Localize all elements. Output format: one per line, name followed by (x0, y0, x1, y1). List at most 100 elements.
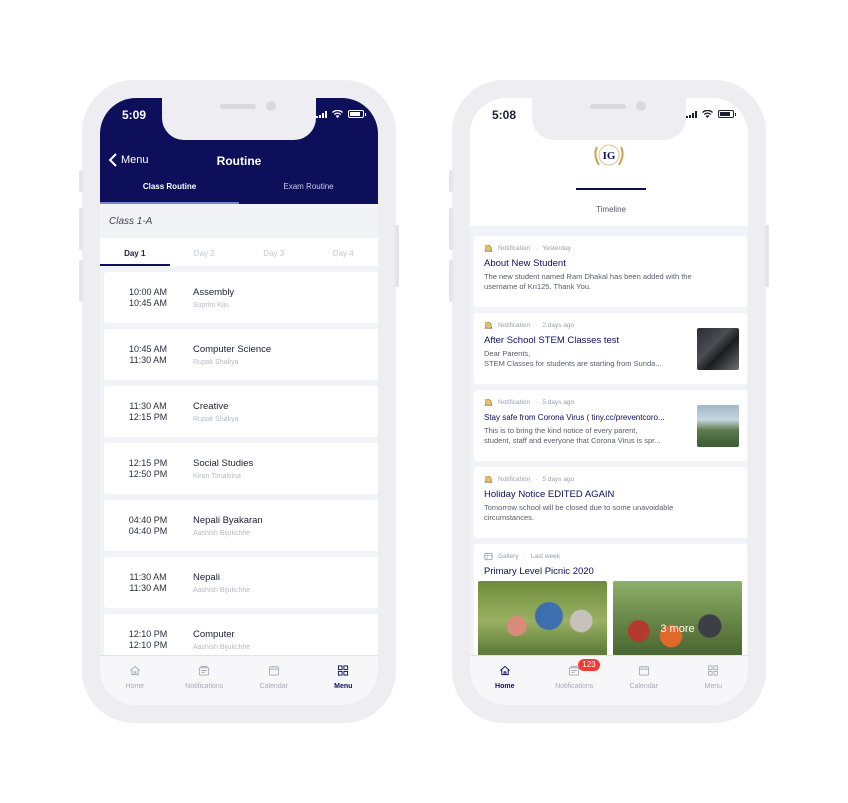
volume-up-button (449, 208, 453, 250)
tab-home[interactable]: Home (100, 656, 170, 705)
teacher-name: Kiran Timalsina (193, 473, 241, 480)
class-label: Class 1-A (109, 216, 153, 227)
routine-item[interactable]: 12:15 PM 12:50 PM Social Studies Kiran Ti… (104, 443, 378, 494)
timeline-screen: 5:08 IG Timeline Notification · Yesterda… (470, 98, 748, 705)
routine-item[interactable]: 10:45 AM 11:30 AM Computer Science Rupak … (104, 329, 378, 380)
tab-menu[interactable]: Menu (679, 656, 749, 705)
routine-list: 10:00 AM 10:45 AM Assembly Suprim Kiju 10… (104, 272, 378, 671)
phone-timeline: 5:08 IG Timeline Notification · Yesterda… (449, 80, 769, 723)
notification-title: About New Student (484, 258, 566, 269)
tab-day-1[interactable]: Day 1 (100, 238, 170, 266)
card-meta: Notification · 5 days ago (484, 398, 574, 407)
card-meta: Gallery · Last week (484, 552, 560, 561)
signal-icon (686, 110, 697, 118)
signal-icon (316, 110, 327, 118)
subject-name: Computer (193, 629, 235, 640)
notification-card[interactable]: Notification · Yesterday About New Student… (474, 236, 747, 307)
subject-name: Creative (193, 401, 229, 412)
battery-icon (348, 110, 366, 118)
notification-bell-icon (484, 475, 493, 483)
tab-calendar[interactable]: Calendar (609, 656, 679, 705)
subject-name: Nepali (193, 572, 220, 583)
routine-item[interactable]: 04:40 PM 04:40 PM Nepali Byakaran Aashish… (104, 500, 378, 551)
period-time: 10:00 AM 10:45 AM (128, 287, 168, 308)
bottom-tab-bar: Home Notifications Calendar Menu (100, 655, 378, 705)
notification-body: This is to bring the kind notice of ever… (484, 426, 661, 445)
routine-item[interactable]: 11:30 AM 11:30 AM Nepali Aashish Bijukchh… (104, 557, 378, 608)
subject-name: Computer Science (193, 344, 272, 355)
tab-day-3[interactable]: Day 3 (239, 238, 309, 266)
battery-icon (718, 110, 736, 118)
tab-exam-routine[interactable]: Exam Routine (239, 182, 378, 204)
volume-down-button (449, 260, 453, 302)
card-meta: Notification · Yesterday (484, 244, 571, 253)
notification-title: Stay safe from Corona Virus ( tiny.cc/pr… (484, 413, 665, 422)
more-photos-label: 3 more (660, 623, 695, 635)
mute-switch (79, 170, 83, 192)
tab-calendar[interactable]: Calendar (239, 656, 309, 705)
period-time: 04:40 PM 04:40 PM (128, 515, 168, 536)
notch (532, 98, 686, 140)
bottom-tab-bar: Home 123 Notifications Calendar Menu (470, 655, 748, 705)
period-time: 10:45 AM 11:30 AM (128, 344, 168, 365)
tab-notifications[interactable]: Notifications (170, 656, 240, 705)
teacher-name: Aashish Bijukchhe (193, 587, 251, 594)
subject-name: Assembly (193, 287, 235, 298)
tab-day-2[interactable]: Day 2 (170, 238, 240, 266)
calendar-icon (638, 665, 649, 676)
routine-screen: 5:09 Menu Routine Class Routine Exam Rou… (100, 98, 378, 705)
notification-body: The new student named Ram Dhakal has bee… (484, 272, 692, 291)
phone-routine: 5:09 Menu Routine Class Routine Exam Rou… (79, 80, 399, 723)
notification-bell-icon (484, 321, 493, 329)
teacher-name: Rupak Shakya (193, 359, 239, 366)
logo-text: IG (603, 150, 616, 162)
tab-menu[interactable]: Menu (309, 656, 379, 705)
day-tabs: Day 1 Day 2 Day 3 Day 4 (100, 238, 378, 266)
volume-up-button (79, 208, 83, 250)
home-icon (129, 665, 140, 676)
notification-title: After School STEM Classes test (484, 335, 620, 346)
timeline-feed: Notification · Yesterday About New Student… (474, 236, 747, 690)
period-time: 12:15 PM 12:50 PM (128, 458, 168, 479)
notification-card[interactable]: Notification · 2 days ago After School STE… (474, 313, 747, 384)
subject-name: Nepali Byakaran (193, 515, 263, 526)
notification-card[interactable]: Notification · 5 days ago Holiday Notice E… (474, 467, 747, 538)
tab-notifications[interactable]: 123 Notifications (540, 656, 610, 705)
teacher-name: Aashish Bijukchhe (193, 644, 251, 651)
page-title: Routine (216, 154, 262, 168)
menu-grid-icon (708, 665, 719, 676)
subject-name: Social Studies (193, 458, 254, 469)
wifi-icon (332, 110, 343, 118)
teacher-name: Rupak Shakya (193, 416, 239, 423)
status-time: 5:08 (492, 108, 517, 122)
tab-day-4[interactable]: Day 4 (309, 238, 379, 266)
notifications-icon (199, 665, 210, 676)
menu-grid-icon (338, 665, 349, 676)
period-time: 11:30 AM 11:30 AM (129, 572, 167, 593)
status-time: 5:09 (122, 108, 147, 122)
routine-item[interactable]: 10:00 AM 10:45 AM Assembly Suprim Kiju (104, 272, 378, 323)
period-time: 12:10 PM 12:10 PM (128, 629, 168, 650)
notification-body: Tomorrow school will be closed due to so… (484, 503, 674, 522)
notification-bell-icon (484, 398, 493, 406)
tab-class-routine[interactable]: Class Routine (100, 182, 239, 204)
notification-body: Dear Parents, STEM Classes for students … (484, 349, 662, 368)
notch (162, 98, 316, 140)
power-button (395, 225, 399, 287)
home-icon (499, 665, 510, 676)
card-meta: Notification · 5 days ago (484, 475, 574, 484)
teacher-name: Suprim Kiju (193, 302, 229, 309)
notification-card[interactable]: Notification · 5 days ago Stay safe from C… (474, 390, 747, 461)
mute-switch (449, 170, 453, 192)
gallery-icon (484, 552, 493, 561)
period-time: 11:30 AM 12:15 PM (128, 401, 168, 422)
notification-title: Holiday Notice EDITED AGAIN (484, 489, 615, 500)
notification-thumbnail (697, 405, 739, 447)
tab-home[interactable]: Home (470, 656, 540, 705)
routine-item[interactable]: 11:30 AM 12:15 PM Creative Rupak Shakya (104, 386, 378, 437)
notification-count-badge: 123 (578, 659, 600, 671)
tab-timeline[interactable]: Timeline (576, 188, 646, 228)
school-logo: IG (591, 139, 627, 171)
gallery-title: Primary Level Picnic 2020 (484, 566, 594, 577)
notification-bell-icon (484, 244, 493, 252)
